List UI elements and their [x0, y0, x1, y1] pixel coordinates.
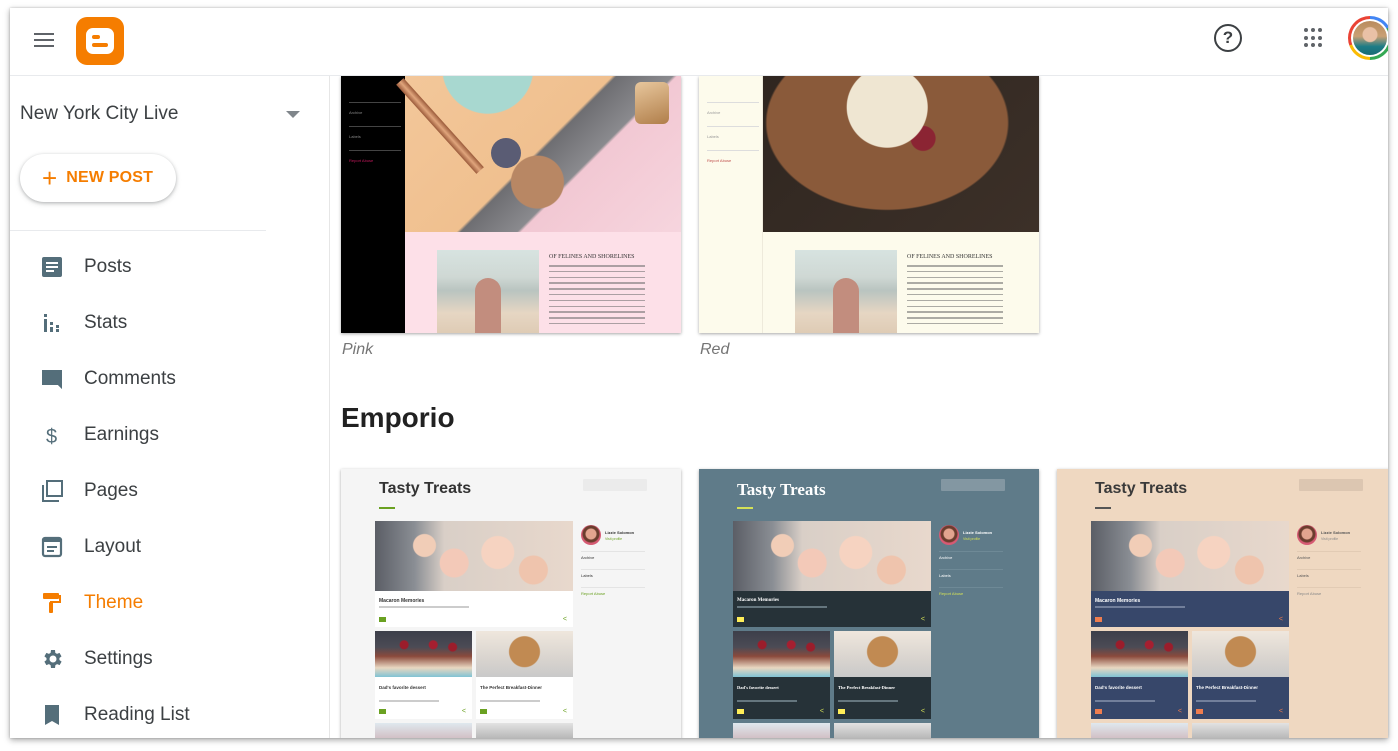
layout-icon — [41, 536, 63, 558]
dropdown-caret-icon — [286, 111, 300, 118]
theme-gallery: Archive Labels Report Abuse OF FELINES A… — [331, 76, 1388, 738]
theme-thumbnail-red[interactable]: Archive Labels Report Abuse OF FELINES A… — [699, 76, 1039, 333]
blogger-logo[interactable] — [76, 17, 124, 65]
sidebar-item-comments[interactable]: Comments — [10, 351, 330, 407]
comments-icon — [42, 370, 62, 389]
new-post-button[interactable]: + NEW POST — [20, 154, 176, 202]
preview-hero-image — [763, 76, 1039, 232]
theme-thumbnail-pink[interactable]: Archive Labels Report Abuse OF FELINES A… — [341, 76, 681, 333]
svg-text:$: $ — [46, 426, 57, 447]
preview-sidebar: Archive Labels Report Abuse — [699, 76, 763, 333]
sidebar-item-label: Theme — [84, 592, 144, 613]
sidebar-item-label: Pages — [84, 480, 138, 501]
sidebar-item-theme[interactable]: Theme — [10, 575, 330, 631]
stats-icon — [44, 314, 59, 332]
sidebar-item-posts[interactable]: Posts — [10, 239, 330, 295]
bookmark-icon — [45, 705, 59, 725]
sidebar-item-earnings[interactable]: $ Earnings — [10, 407, 330, 463]
posts-icon — [42, 257, 62, 277]
preview-hero-image — [375, 521, 573, 591]
preview-hero-image — [396, 76, 681, 232]
theme-family-title: Emporio — [341, 402, 455, 433]
sidebar-item-label: Layout — [84, 536, 142, 557]
theme-thumbnail-emporio-light[interactable]: Tasty Treats Macaron Memories < Dad's fa… — [341, 469, 681, 738]
new-post-label: NEW POST — [66, 169, 154, 186]
preview-post: OF FELINES AND SHORELINES — [763, 232, 1039, 333]
avatar-photo — [1353, 21, 1387, 55]
apps-grid-icon[interactable] — [1304, 28, 1324, 48]
blog-selector-dropdown[interactable]: New York City Live — [20, 100, 300, 128]
sidebar-item-layout[interactable]: Layout — [10, 519, 330, 575]
sidebar-item-label: Posts — [84, 256, 132, 277]
theme-thumbnail-emporio-slate[interactable]: Tasty Treats Macaron Memories < Dad's fa… — [699, 469, 1039, 738]
account-avatar[interactable] — [1348, 16, 1388, 60]
sidebar-item-pages[interactable]: Pages — [10, 463, 330, 519]
sidebar-item-label: Comments — [84, 368, 176, 389]
top-app-bar: ? — [10, 8, 1388, 76]
preview-hero-image — [733, 521, 931, 591]
help-circle-icon[interactable]: ? — [1214, 24, 1242, 52]
preview-post: OF FELINES AND SHORELINES — [405, 232, 681, 333]
sidebar-item-label: Stats — [84, 312, 128, 333]
blog-name: New York City Live — [20, 103, 179, 124]
sidebar-item-stats[interactable]: Stats — [10, 295, 330, 351]
settings-gear-icon — [44, 650, 62, 668]
theme-name-red: Red — [700, 341, 730, 358]
sidebar-divider — [10, 230, 266, 231]
hamburger-menu-icon[interactable] — [32, 30, 56, 50]
sidebar-item-label: Settings — [84, 648, 153, 669]
blogger-window: ? New York City Live + NEW POST Posts St… — [10, 8, 1388, 738]
theme-name-pink: Pink — [342, 341, 374, 358]
theme-thumbnail-emporio-peach[interactable]: Tasty Treats Macaron Memories < Dad's fa… — [1057, 469, 1388, 738]
plus-icon: + — [42, 163, 58, 193]
sidebar-item-label: Reading List — [84, 704, 190, 725]
sidebar: New York City Live + NEW POST Posts Stat… — [10, 76, 330, 738]
preview-hero-image — [1091, 521, 1289, 591]
blogger-b-glyph — [86, 28, 114, 54]
theme-paint-roller-icon — [43, 593, 61, 613]
sidebar-item-label: Earnings — [84, 424, 159, 445]
earnings-dollar-icon: $ — [46, 426, 57, 447]
pages-icon — [42, 480, 63, 502]
sidebar-nav: Posts Stats Comments $ Earnings Pages La… — [10, 239, 330, 738]
sidebar-item-reading-list[interactable]: Reading List — [10, 687, 330, 738]
sidebar-item-settings[interactable]: Settings — [10, 631, 330, 687]
preview-sidebar: Archive Labels Report Abuse — [341, 76, 405, 333]
